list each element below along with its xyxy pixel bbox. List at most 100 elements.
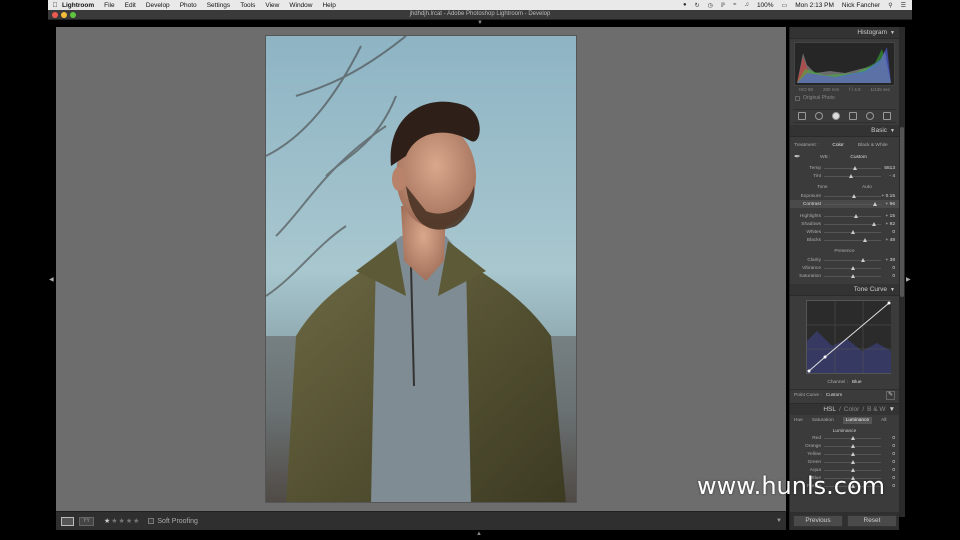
loupe-view-button[interactable]	[61, 516, 74, 526]
slider-knob[interactable]	[853, 165, 858, 170]
soft-proofing-checkbox[interactable]	[148, 518, 155, 524]
slider-knob[interactable]	[850, 443, 855, 448]
panel-scrollbar[interactable]	[899, 27, 905, 517]
slider-tint[interactable]: Tint - 4	[790, 172, 899, 180]
slider-track[interactable]	[824, 229, 881, 234]
slider-exposure[interactable]: Exposure + 0.15	[790, 192, 899, 200]
before-after-view-button[interactable]: YY	[79, 516, 94, 526]
slider-value[interactable]: 0	[881, 266, 895, 271]
menu-view[interactable]: View	[265, 2, 279, 9]
spotlight-icon[interactable]: ⚲	[888, 2, 892, 9]
wb-preset-select[interactable]: Custom	[850, 155, 867, 160]
slider-orange[interactable]: Orange 0	[790, 442, 899, 450]
histogram[interactable]	[794, 42, 895, 86]
treatment-bw-option[interactable]: Black & White	[858, 143, 888, 148]
red-eye-tool-icon[interactable]	[831, 112, 840, 120]
slider-saturation[interactable]: Saturation 0	[790, 272, 899, 280]
tab-luminance[interactable]: Luminance	[842, 416, 873, 424]
slider-value[interactable]: 0	[881, 230, 895, 235]
edit-point-curve-icon[interactable]: ✎	[886, 391, 895, 400]
slider-track[interactable]	[824, 451, 881, 456]
wifi-icon[interactable]: ≈	[733, 2, 736, 8]
slider-knob[interactable]	[872, 221, 877, 226]
slider-track[interactable]	[824, 173, 881, 178]
slider-red[interactable]: Red 0	[790, 434, 899, 442]
menu-help[interactable]: Help	[322, 2, 335, 9]
menu-app[interactable]: Lightroom	[62, 2, 94, 9]
slider-knob[interactable]	[850, 273, 855, 278]
slider-value[interactable]: 0	[881, 436, 895, 441]
slider-value[interactable]: 0	[881, 452, 895, 457]
bluetooth-icon[interactable]: ℙ	[721, 2, 725, 9]
tab-saturation[interactable]: Saturation	[812, 418, 834, 423]
spot-removal-tool-icon[interactable]	[814, 112, 823, 120]
slider-value[interactable]: + 15	[881, 214, 895, 219]
notification-center-icon[interactable]: ☰	[901, 2, 906, 9]
slider-knob[interactable]	[850, 229, 855, 234]
slider-track[interactable]	[824, 221, 881, 226]
clock-icon[interactable]: ◷	[708, 2, 713, 9]
tone-curve-graph[interactable]	[806, 300, 891, 374]
toolbar-menu-icon[interactable]: ▼	[776, 518, 782, 524]
slider-value[interactable]: 0	[881, 444, 895, 449]
graduated-filter-icon[interactable]	[849, 112, 858, 120]
eyedropper-icon[interactable]: ✒	[794, 152, 804, 162]
slider-whites[interactable]: Whites 0	[790, 228, 899, 236]
slider-knob[interactable]	[850, 265, 855, 270]
adjustment-brush-icon[interactable]	[883, 112, 892, 120]
right-panel-toggle-icon[interactable]: ▶	[906, 276, 911, 283]
scrollbar-thumb[interactable]	[900, 127, 904, 297]
slider-track[interactable]	[824, 213, 881, 218]
menu-edit[interactable]: Edit	[125, 2, 136, 9]
crop-tool-icon[interactable]	[797, 112, 806, 120]
apple-icon[interactable]: 	[48, 2, 62, 9]
basic-header[interactable]: Basic ▼	[790, 125, 899, 137]
point-curve-select[interactable]: Custom	[826, 393, 843, 398]
slider-track[interactable]	[824, 237, 881, 242]
slider-value[interactable]: + 96	[881, 202, 895, 207]
slider-track[interactable]	[824, 193, 881, 198]
slider-knob[interactable]	[854, 213, 859, 218]
reset-button[interactable]: Reset	[847, 515, 897, 527]
slider-knob[interactable]	[850, 435, 855, 440]
menu-tools[interactable]: Tools	[240, 2, 255, 9]
slider-value[interactable]: - 4	[881, 174, 895, 179]
collapse-icon[interactable]: ▼	[890, 30, 895, 36]
menu-photo[interactable]: Photo	[180, 2, 197, 9]
slider-value[interactable]: + 48	[881, 238, 895, 243]
slider-value[interactable]: 0	[881, 460, 895, 465]
collapse-icon[interactable]: ▼	[890, 128, 895, 134]
slider-value[interactable]: + 38	[881, 258, 895, 263]
slider-knob[interactable]	[851, 193, 856, 198]
portrait-photo[interactable]	[265, 35, 577, 503]
develop-canvas[interactable]	[56, 27, 786, 511]
slider-track[interactable]	[824, 435, 881, 440]
battery-level[interactable]: 100%	[757, 2, 774, 9]
slider-clarity[interactable]: Clarity + 38	[790, 256, 899, 264]
hsl-header[interactable]: HSL / Color / B & W ▼	[790, 403, 899, 415]
collapse-icon[interactable]: ▼	[889, 406, 895, 413]
slider-track[interactable]	[824, 165, 881, 170]
volume-icon[interactable]: ♫	[744, 2, 749, 8]
slider-track[interactable]	[824, 201, 881, 206]
menu-file[interactable]: File	[104, 2, 114, 9]
menu-clock[interactable]: Mon 2:13 PM	[795, 2, 834, 9]
slider-knob[interactable]	[850, 459, 855, 464]
slider-highlights[interactable]: Highlights + 15	[790, 212, 899, 220]
slider-contrast[interactable]: Contrast + 96	[790, 200, 899, 208]
slider-track[interactable]	[824, 443, 881, 448]
filmstrip-toggle-icon[interactable]: ▲	[476, 531, 482, 537]
sync-icon[interactable]: ↻	[695, 2, 700, 9]
slider-track[interactable]	[824, 265, 881, 270]
menu-settings[interactable]: Settings	[207, 2, 231, 9]
slider-vibrance[interactable]: Vibrance 0	[790, 264, 899, 272]
slider-knob[interactable]	[850, 467, 855, 472]
color-tab-title[interactable]: Color	[844, 406, 860, 413]
slider-temp[interactable]: Temp 5513	[790, 164, 899, 172]
slider-knob[interactable]	[849, 173, 854, 178]
slider-track[interactable]	[824, 459, 881, 464]
slider-value[interactable]: 5513	[881, 166, 895, 171]
bw-tab-title[interactable]: B & W	[867, 406, 885, 413]
slider-green[interactable]: Green 0	[790, 458, 899, 466]
auto-tone-button[interactable]: Auto	[862, 184, 872, 192]
